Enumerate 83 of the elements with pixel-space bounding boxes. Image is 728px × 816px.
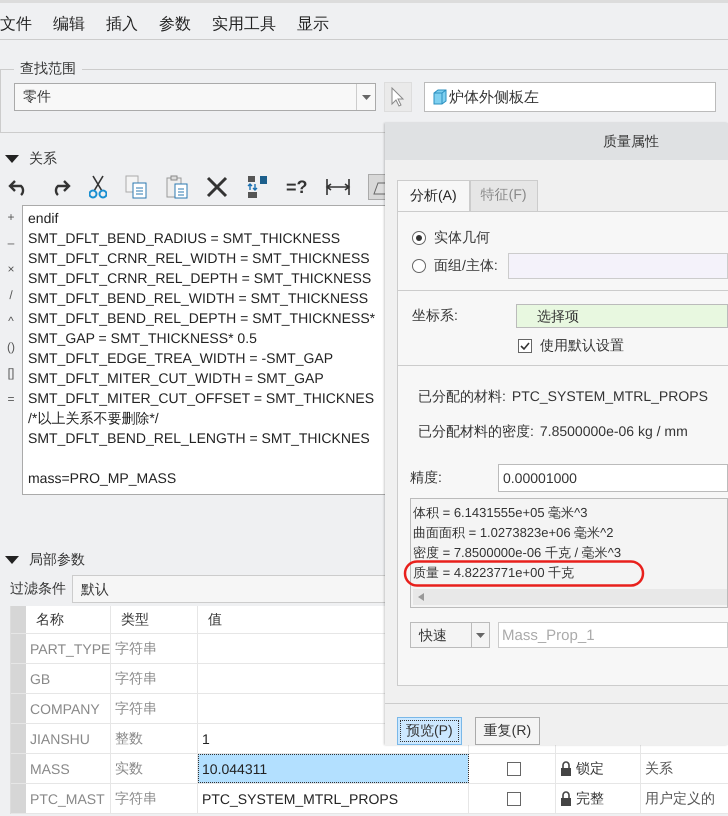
filter-label: 过滤条件 <box>10 580 66 598</box>
menu-item[interactable]: 插入 <box>106 14 138 34</box>
dropdown-button[interactable] <box>472 622 490 648</box>
horizontal-scrollbar[interactable] <box>413 589 727 605</box>
mode-dropdown[interactable]: 快速 <box>410 622 472 648</box>
result-line: 曲面面积 = 1.0273823e+06 毫米^2 <box>413 524 614 542</box>
dropdown-arrow-icon <box>476 632 485 638</box>
radio-button[interactable] <box>412 259 426 273</box>
field-label: 坐标系: <box>412 307 459 325</box>
table-cell: 字符串 <box>111 664 198 693</box>
operator-button[interactable]: [] <box>8 363 14 383</box>
dialog-button[interactable]: 预览(P) <box>397 717 462 745</box>
field-label: 精度: <box>410 469 443 487</box>
selection-field[interactable]: 炉体外侧板左 <box>424 82 716 112</box>
density-value: 7.8500000e-06 kg / mm <box>540 423 688 441</box>
checkbox[interactable] <box>507 792 521 806</box>
dialog-title: 质量属性 <box>603 132 659 150</box>
scope-dropdown[interactable]: 零件 <box>14 83 376 111</box>
table-cell: PTC_MAST <box>26 784 111 813</box>
result-line: 体积 = 6.1431555e+05 毫米^3 <box>413 504 588 522</box>
operator-button[interactable]: × <box>7 259 14 279</box>
table-cell: COMPANY <box>26 694 111 723</box>
operator-button[interactable]: () <box>7 337 15 357</box>
lock-icon <box>560 790 572 806</box>
table-cell: 字符串 <box>111 784 198 813</box>
quilt-field[interactable] <box>508 253 728 279</box>
value-cell[interactable]: 10.044311 <box>198 754 469 783</box>
table-cell: PART_TYPE <box>26 634 111 663</box>
arrows-icon[interactable] <box>245 175 269 199</box>
paste-icon[interactable] <box>165 175 189 199</box>
radio-button[interactable] <box>412 231 426 245</box>
value-cell[interactable]: PTC_SYSTEM_MTRL_PROPS <box>198 784 469 813</box>
operator-button[interactable]: ^ <box>8 311 14 331</box>
table-cell: 用户定义的 <box>645 790 715 808</box>
cursor-arrow-icon <box>391 87 405 107</box>
menu-item[interactable]: 文件 <box>0 14 32 34</box>
cut-icon[interactable] <box>89 175 107 199</box>
table-cell: 锁定 <box>576 760 604 778</box>
section-title: 局部参数 <box>29 551 85 569</box>
table-cell: 整数 <box>111 724 198 753</box>
table-cell: 完整 <box>576 790 604 808</box>
operator-button[interactable]: = <box>7 389 14 409</box>
table-cell: MASS <box>26 754 111 783</box>
checkbox[interactable] <box>507 762 521 776</box>
coordinate-system-field[interactable]: 选择项 <box>516 304 728 328</box>
menu-item[interactable]: 参数 <box>159 14 191 34</box>
field-label: 已分配材料的密度: <box>418 423 534 441</box>
operator-button[interactable]: + <box>7 207 14 227</box>
accuracy-field[interactable]: 0.00001000 <box>498 464 728 492</box>
radio-label: 实体几何 <box>434 229 490 247</box>
table-cell: GB <box>26 664 111 693</box>
lock-icon <box>560 760 572 776</box>
menu-item[interactable]: 实用工具 <box>212 14 276 34</box>
dropdown-arrow-icon <box>362 94 370 100</box>
table-cell: 字符串 <box>111 634 198 663</box>
group-title: 查找范围 <box>19 60 77 78</box>
toolbar-button[interactable]: =? <box>286 176 308 198</box>
column-header[interactable]: 名称 <box>26 606 111 633</box>
copy-icon[interactable] <box>124 175 148 199</box>
table-cell: JIANSHU <box>26 724 111 753</box>
checkbox-label: 使用默认设置 <box>540 337 624 355</box>
collapse-arrow-icon[interactable] <box>5 556 19 564</box>
table-cell: 关系 <box>645 760 673 778</box>
collapse-arrow-icon[interactable] <box>5 155 19 163</box>
cube-icon <box>433 89 447 105</box>
material-value: PTC_SYSTEM_MTRL_PROPS <box>512 388 708 406</box>
radio-label: 面组/主体: <box>434 257 498 275</box>
table-cell: 字符串 <box>111 694 198 723</box>
section-title: 关系 <box>29 150 57 168</box>
select-button[interactable] <box>384 82 412 112</box>
operator-button[interactable]: – <box>8 233 14 253</box>
menu-item[interactable]: 显示 <box>297 14 329 34</box>
operator-button[interactable]: / <box>9 285 13 305</box>
menu-item[interactable]: 编辑 <box>53 14 85 34</box>
result-line: 密度 = 7.8500000e-06 千克 / 毫米^3 <box>413 544 622 562</box>
column-header[interactable]: 类型 <box>111 606 198 633</box>
field-label: 已分配的材料: <box>418 388 506 406</box>
measure-icon[interactable] <box>324 177 351 197</box>
tab[interactable]: 分析(A) <box>397 180 470 211</box>
delete-icon[interactable] <box>206 176 228 198</box>
checkbox[interactable] <box>518 339 532 353</box>
dialog-button[interactable]: 重复(R) <box>474 717 540 745</box>
result-line: 质量 = 4.8223771e+00 千克 <box>413 563 727 583</box>
